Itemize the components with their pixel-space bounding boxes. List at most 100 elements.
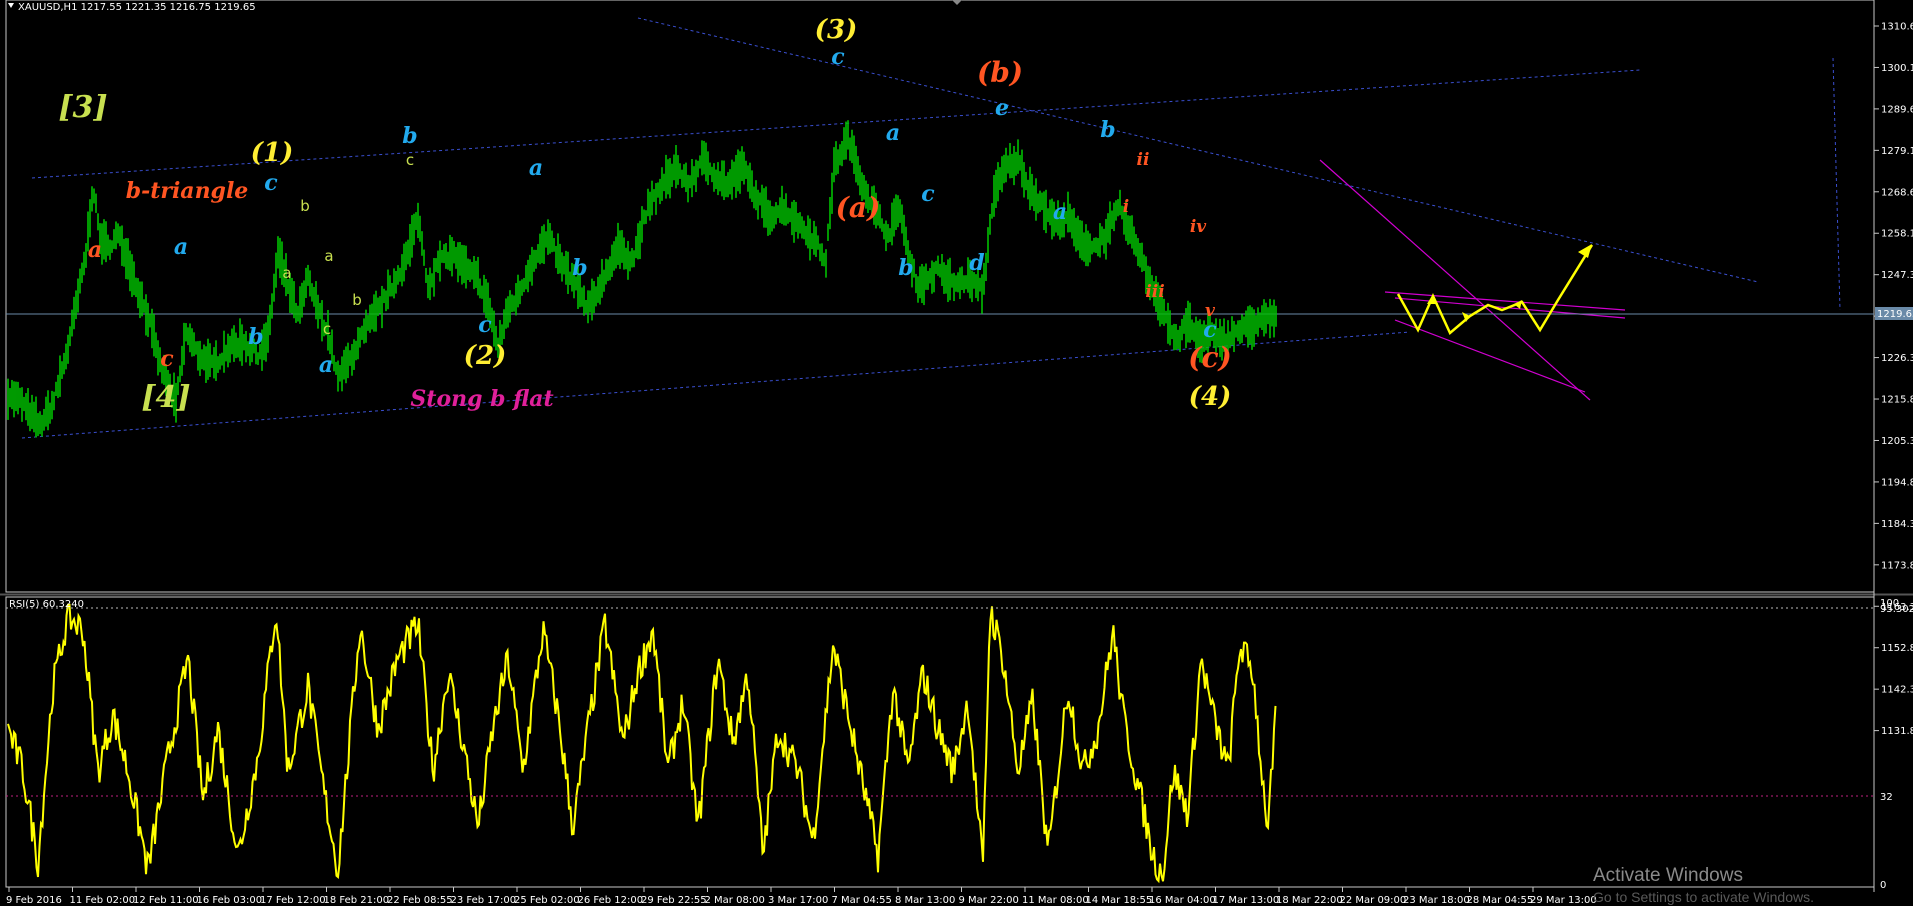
price-tick-label: 1173.85 — [1881, 560, 1913, 571]
time-tick-label: 11 Mar 08:00 — [1022, 895, 1089, 906]
time-tick-label: 29 Feb 22:55 — [641, 895, 707, 906]
wave-label: (4) — [1189, 382, 1232, 412]
wave-label: b — [1100, 117, 1115, 143]
price-tick-label: 1205.35 — [1881, 436, 1913, 447]
wave-label: c — [921, 181, 935, 207]
price-tick-label: 1247.35 — [1881, 270, 1913, 281]
wave-label: i — [1123, 197, 1129, 217]
wave-label: iv — [1190, 217, 1207, 237]
time-tick-label: 17 Feb 12:00 — [260, 895, 326, 906]
wave-label: c — [160, 346, 174, 372]
rsi-line — [7, 603, 1277, 884]
price-tick-label: 1268.65 — [1881, 187, 1913, 198]
price-axis-labels: 1310.65 1300.15 1289.65 1279.15 1268.65 1258.… — [1874, 22, 1913, 737]
wave-label: a — [529, 155, 543, 181]
price-tick-label: 1194.85 — [1881, 477, 1913, 488]
time-axis-labels: 9 Feb 2016 11 Feb 02:0012 Feb 11:0016 Feb… — [6, 887, 1597, 906]
wave-label: a — [319, 352, 333, 378]
activate-windows-subtitle: Go to Settings to activate Windows. — [1593, 889, 1814, 905]
time-tick-label: 2 Mar 08:00 — [705, 895, 765, 906]
wave-label: (a) — [836, 191, 881, 224]
wave-label: c — [264, 170, 278, 196]
trendline-vertical-right — [1832, 57, 1841, 311]
wave-label: (b) — [977, 56, 1023, 89]
time-tick-label: 22 Mar 09:00 — [1340, 895, 1407, 906]
time-tick-label: 17 Mar 13:00 — [1213, 895, 1280, 906]
time-tick-label: 18 Mar 22:00 — [1276, 895, 1343, 906]
mt4-chart-window[interactable]: 1310.65 1300.15 1289.65 1279.15 1268.65 1258.… — [0, 0, 1913, 906]
wave-label: c — [1203, 317, 1217, 343]
wave-label: a — [282, 264, 291, 282]
price-tick-label: 1142.35 — [1881, 685, 1913, 696]
wave-label: (3) — [815, 15, 858, 45]
wave-label: Stong b flat — [410, 386, 553, 412]
projected-arrow-head — [1578, 244, 1592, 258]
time-tick-label: 12 Feb 11:00 — [133, 895, 199, 906]
time-tick-label: 29 Mar 13:00 — [1530, 895, 1597, 906]
rsi-tick-label: 0 — [1880, 880, 1886, 891]
price-tick-label: 1184.35 — [1881, 519, 1913, 530]
wave-label: b-triangle — [126, 178, 249, 204]
price-tick-label: 1289.65 — [1881, 104, 1913, 115]
chart-menu-icon[interactable] — [8, 3, 14, 8]
wave-label: b — [300, 197, 310, 215]
wave-label: (2) — [464, 341, 507, 371]
rsi-axis-labels: 10095.3020320 — [1880, 598, 1913, 891]
time-tick-label: 14 Mar 18:55 — [1086, 895, 1153, 906]
wave-label: c — [478, 312, 492, 338]
wave-label: b — [572, 255, 587, 281]
rsi-series — [7, 603, 1277, 884]
price-tick-label: 1131.87 — [1881, 726, 1913, 737]
time-tick-label: 7 Mar 04:55 — [832, 895, 892, 906]
wave-label: [4] — [141, 380, 190, 415]
wave-label: (1) — [251, 138, 294, 168]
wave-label: d — [969, 250, 984, 276]
wave-label: b — [898, 255, 913, 281]
time-tick-label: 25 Feb 02:00 — [514, 895, 580, 906]
price-tick-label: 1226.35 — [1881, 353, 1913, 364]
rsi-tick-label: 95.3020 — [1880, 604, 1913, 615]
wave-label: c — [323, 320, 331, 338]
time-tick-label: 23 Feb 17:00 — [451, 895, 517, 906]
time-tick-label: 9 Feb 2016 — [6, 895, 62, 906]
wave-label: a — [88, 237, 102, 263]
time-tick-label: 28 Mar 04:55 — [1467, 895, 1534, 906]
time-tick-label: 3 Mar 17:00 — [768, 895, 828, 906]
wave-label: b — [248, 324, 263, 350]
wave-label: a — [1053, 199, 1067, 225]
time-tick-label: 8 Mar 13:00 — [895, 895, 955, 906]
time-tick-label: 23 Mar 18:00 — [1403, 895, 1470, 906]
wave-label: b — [402, 123, 417, 149]
wave-label: iii — [1145, 282, 1164, 302]
wave-label: a — [174, 234, 188, 260]
time-tick-label: 11 Feb 02:00 — [70, 895, 136, 906]
projected-wave-path — [1396, 244, 1594, 336]
wave-label: c — [831, 44, 845, 70]
price-tick-label: 1152.85 — [1881, 643, 1913, 654]
time-tick-label: 16 Mar 04:00 — [1149, 895, 1216, 906]
chart-shift-marker-icon[interactable] — [952, 0, 962, 5]
wave-label: (c) — [1188, 341, 1232, 374]
wave-label: a — [324, 247, 333, 265]
rsi-tick-label: 32 — [1880, 792, 1893, 803]
time-tick-label: 22 Feb 08:55 — [387, 895, 453, 906]
wave-label: b — [352, 291, 362, 309]
activate-windows-title: Activate Windows — [1593, 865, 1743, 886]
price-tick-label: 1258.15 — [1881, 229, 1913, 240]
wave-label: a — [886, 120, 900, 146]
price-series — [7, 120, 1277, 438]
wave-label: e — [995, 95, 1009, 121]
symbol-header: XAUUSD,H1 1217.55 1221.35 1216.75 1219.6… — [18, 2, 256, 13]
triangle-line-2 — [1394, 319, 1586, 393]
triangle-upper-line — [1319, 159, 1591, 401]
price-tick-label: 1279.15 — [1881, 146, 1913, 157]
time-tick-label: 16 Feb 03:00 — [197, 895, 263, 906]
time-tick-label: 9 Mar 22:00 — [959, 895, 1019, 906]
time-tick-label: 26 Feb 12:00 — [578, 895, 644, 906]
wave-label: ii — [1137, 150, 1150, 170]
time-tick-label: 18 Feb 21:00 — [324, 895, 390, 906]
rsi-header: RSI(5) 60.3240 — [9, 599, 84, 610]
price-tick-label: 1300.15 — [1881, 63, 1913, 74]
price-tick-label: 1215.85 — [1881, 395, 1913, 406]
price-tick-label: 1310.65 — [1881, 22, 1913, 33]
